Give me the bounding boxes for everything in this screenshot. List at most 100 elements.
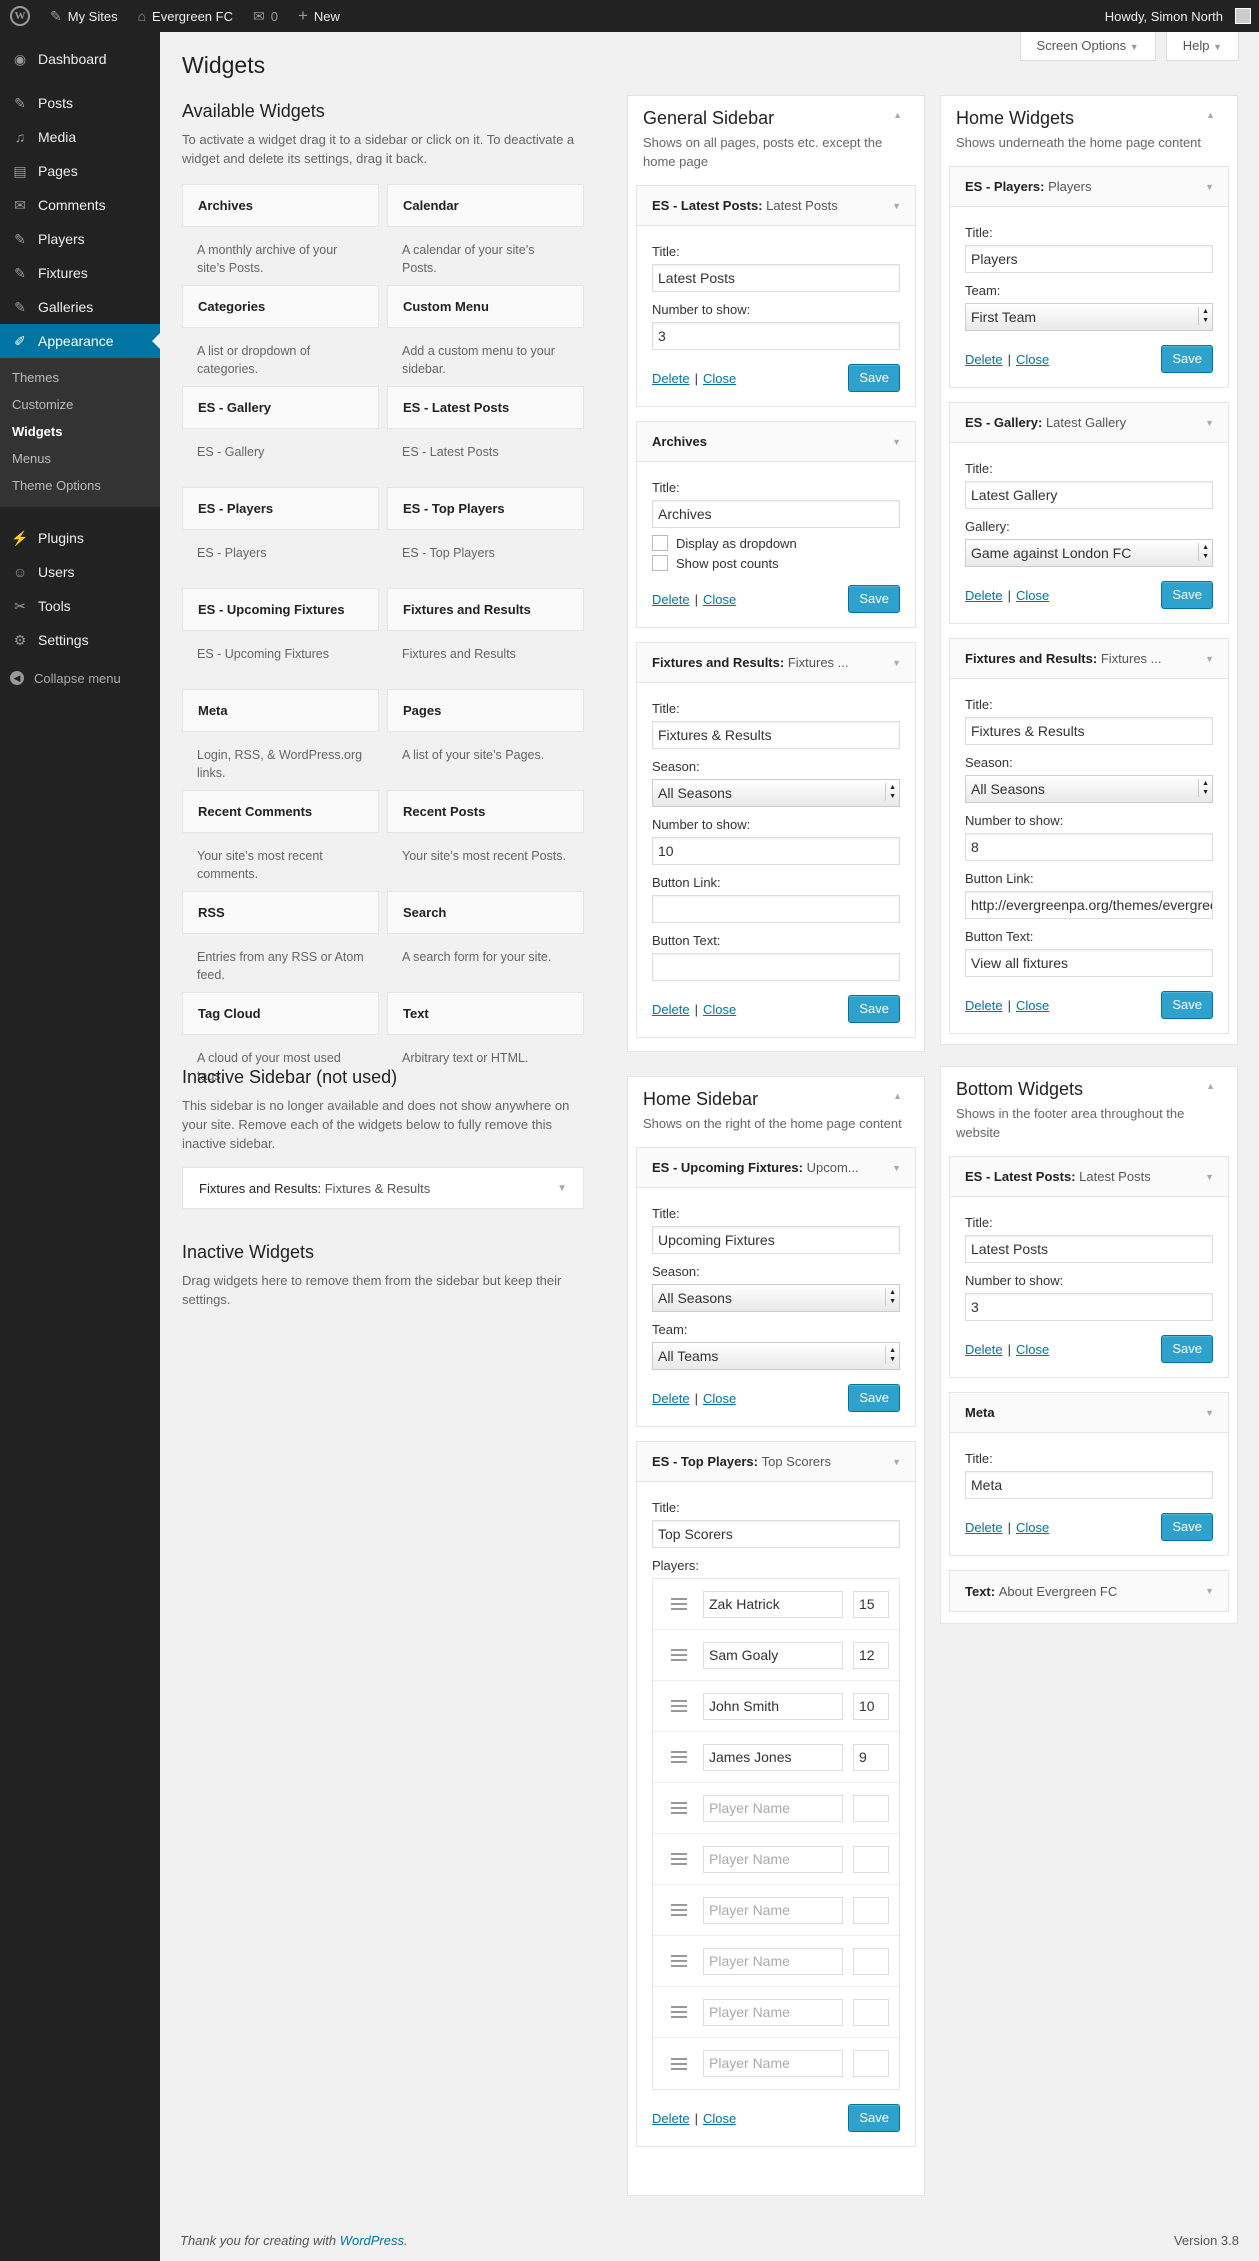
available-widget[interactable]: ES - Latest Posts ES - Latest Posts (387, 386, 584, 487)
menu-item-fixtures[interactable]: ✎ Fixtures (0, 256, 160, 290)
menu-item-pages[interactable]: ▤ Pages (0, 154, 160, 188)
drag-handle-icon[interactable] (671, 1955, 687, 1967)
screen-options-button[interactable]: Screen Options ▼ (1019, 32, 1156, 61)
available-widget-title[interactable]: Search (387, 891, 584, 934)
drag-handle-icon[interactable] (671, 1751, 687, 1763)
available-widget-title[interactable]: Fixtures and Results (387, 588, 584, 631)
player-name-input[interactable]: Player Name (703, 1896, 843, 1924)
available-widget-title[interactable]: Pages (387, 689, 584, 732)
display-dropdown-checkbox[interactable]: Display as dropdown (652, 535, 900, 551)
menu-item-dashboard[interactable]: ◉ Dashboard (0, 42, 160, 76)
available-widget-title[interactable]: Recent Posts (387, 790, 584, 833)
team-select[interactable]: All Teams (652, 1342, 900, 1370)
drag-handle-icon[interactable] (671, 1904, 687, 1916)
widget-toggle-icon[interactable]: ▼ (1205, 654, 1214, 664)
drag-handle-icon[interactable] (671, 1649, 687, 1661)
drag-handle-icon[interactable] (671, 1853, 687, 1865)
available-widget[interactable]: ES - Gallery ES - Gallery (182, 386, 379, 487)
number-input[interactable]: 8 (965, 833, 1213, 861)
title-input[interactable]: Latest Posts (965, 1235, 1213, 1263)
player-count-input[interactable] (853, 1794, 889, 1822)
widget-header[interactable]: ES - Latest Posts: Latest Posts ▼ (950, 1157, 1228, 1197)
season-select[interactable]: All Seasons (652, 1284, 900, 1312)
save-button[interactable]: Save (848, 995, 900, 1023)
button-text-input[interactable]: View all fixtures (965, 949, 1213, 977)
player-count-input[interactable]: 10 (853, 1692, 889, 1720)
widget-header[interactable]: Text: About Evergreen FC ▼ (950, 1571, 1228, 1611)
available-widget-title[interactable]: ES - Top Players (387, 487, 584, 530)
player-name-input[interactable]: Sam Goaly (703, 1641, 843, 1669)
menu-item-posts[interactable]: ✎ Posts (0, 86, 160, 120)
delete-link[interactable]: Delete (652, 1391, 690, 1406)
available-widget[interactable]: RSS Entries from any RSS or Atom feed. (182, 891, 379, 992)
team-select[interactable]: First Team (965, 303, 1213, 331)
widget-header[interactable]: ES - Top Players: Top Scorers ▼ (637, 1442, 915, 1482)
gallery-select[interactable]: Game against London FC (965, 539, 1213, 567)
title-input[interactable]: Top Scorers (652, 1520, 900, 1548)
submenu-item-menus[interactable]: Menus (0, 445, 160, 472)
show-counts-checkbox[interactable]: Show post counts (652, 555, 900, 571)
title-input[interactable]: Fixtures & Results (965, 717, 1213, 745)
widget-header[interactable]: ES - Gallery: Latest Gallery ▼ (950, 403, 1228, 443)
widget-toggle-icon[interactable]: ▼ (1205, 182, 1214, 192)
title-input[interactable]: Fixtures & Results (652, 721, 900, 749)
available-widget-title[interactable]: Text (387, 992, 584, 1035)
delete-link[interactable]: Delete (652, 2111, 690, 2126)
site-name-menu[interactable]: ⌂ Evergreen FC (128, 0, 243, 32)
available-widget[interactable]: Calendar A calendar of your site’s Posts. (387, 184, 584, 285)
available-widget[interactable]: Search A search form for your site. (387, 891, 584, 992)
available-widget-title[interactable]: Calendar (387, 184, 584, 227)
available-widget[interactable]: Pages A list of your site’s Pages. (387, 689, 584, 790)
widget-toggle-icon[interactable]: ▼ (1205, 1586, 1214, 1596)
title-input[interactable]: Meta (965, 1471, 1213, 1499)
close-link[interactable]: Close (703, 1002, 736, 1017)
widget-toggle-icon[interactable]: ▼ (892, 437, 901, 447)
menu-item-media[interactable]: ♫ Media (0, 120, 160, 154)
button-link-input[interactable] (652, 895, 900, 923)
collapse-sidebar-icon[interactable]: ▲ (893, 1091, 902, 1101)
menu-item-settings[interactable]: ⚙ Settings (0, 623, 160, 657)
delete-link[interactable]: Delete (652, 1002, 690, 1017)
widget-toggle-icon[interactable]: ▼ (557, 1183, 567, 1194)
submenu-item-theme-options[interactable]: Theme Options (0, 472, 160, 499)
available-widget-title[interactable]: RSS (182, 891, 379, 934)
delete-link[interactable]: Delete (965, 1342, 1003, 1357)
close-link[interactable]: Close (1016, 352, 1049, 367)
available-widget[interactable]: Meta Login, RSS, & WordPress.org links. (182, 689, 379, 790)
new-content-menu[interactable]: + New (288, 0, 350, 32)
available-widget[interactable]: ES - Players ES - Players (182, 487, 379, 588)
menu-item-comments[interactable]: ✉ Comments (0, 188, 160, 222)
submenu-item-themes[interactable]: Themes (0, 364, 160, 391)
available-widget[interactable]: Recent Comments Your site’s most recent c… (182, 790, 379, 891)
available-widget-title[interactable]: ES - Gallery (182, 386, 379, 429)
available-widget[interactable]: ES - Top Players ES - Top Players (387, 487, 584, 588)
widget-toggle-icon[interactable]: ▼ (892, 1163, 901, 1173)
available-widget-title[interactable]: Categories (182, 285, 379, 328)
title-input[interactable]: Archives (652, 500, 900, 528)
drag-handle-icon[interactable] (671, 2057, 687, 2070)
widget-toggle-icon[interactable]: ▼ (1205, 418, 1214, 428)
available-widget-title[interactable]: Archives (182, 184, 379, 227)
checkbox[interactable] (652, 555, 668, 571)
available-widget[interactable]: Recent Posts Your site’s most recent Post… (387, 790, 584, 891)
delete-link[interactable]: Delete (652, 592, 690, 607)
widget-header[interactable]: ES - Players: Players ▼ (950, 167, 1228, 207)
close-link[interactable]: Close (1016, 1520, 1049, 1535)
save-button[interactable]: Save (1161, 1513, 1213, 1541)
available-widget-title[interactable]: Tag Cloud (182, 992, 379, 1035)
button-text-input[interactable] (652, 953, 900, 981)
available-widget[interactable]: Categories A list or dropdown of categori… (182, 285, 379, 386)
player-count-input[interactable] (853, 1998, 889, 2026)
collapse-sidebar-icon[interactable]: ▲ (893, 110, 902, 120)
player-name-input[interactable]: Player Name (703, 1947, 843, 1975)
delete-link[interactable]: Delete (965, 352, 1003, 367)
widget-toggle-icon[interactable]: ▼ (892, 1457, 901, 1467)
widget-toggle-icon[interactable]: ▼ (892, 201, 901, 211)
save-button[interactable]: Save (1161, 345, 1213, 373)
drag-handle-icon[interactable] (671, 1598, 687, 1610)
save-button[interactable]: Save (848, 585, 900, 613)
save-button[interactable]: Save (848, 2104, 900, 2132)
player-name-input[interactable]: John Smith (703, 1692, 843, 1720)
player-count-input[interactable]: 9 (853, 1743, 889, 1771)
player-name-input[interactable]: James Jones (703, 1743, 843, 1771)
